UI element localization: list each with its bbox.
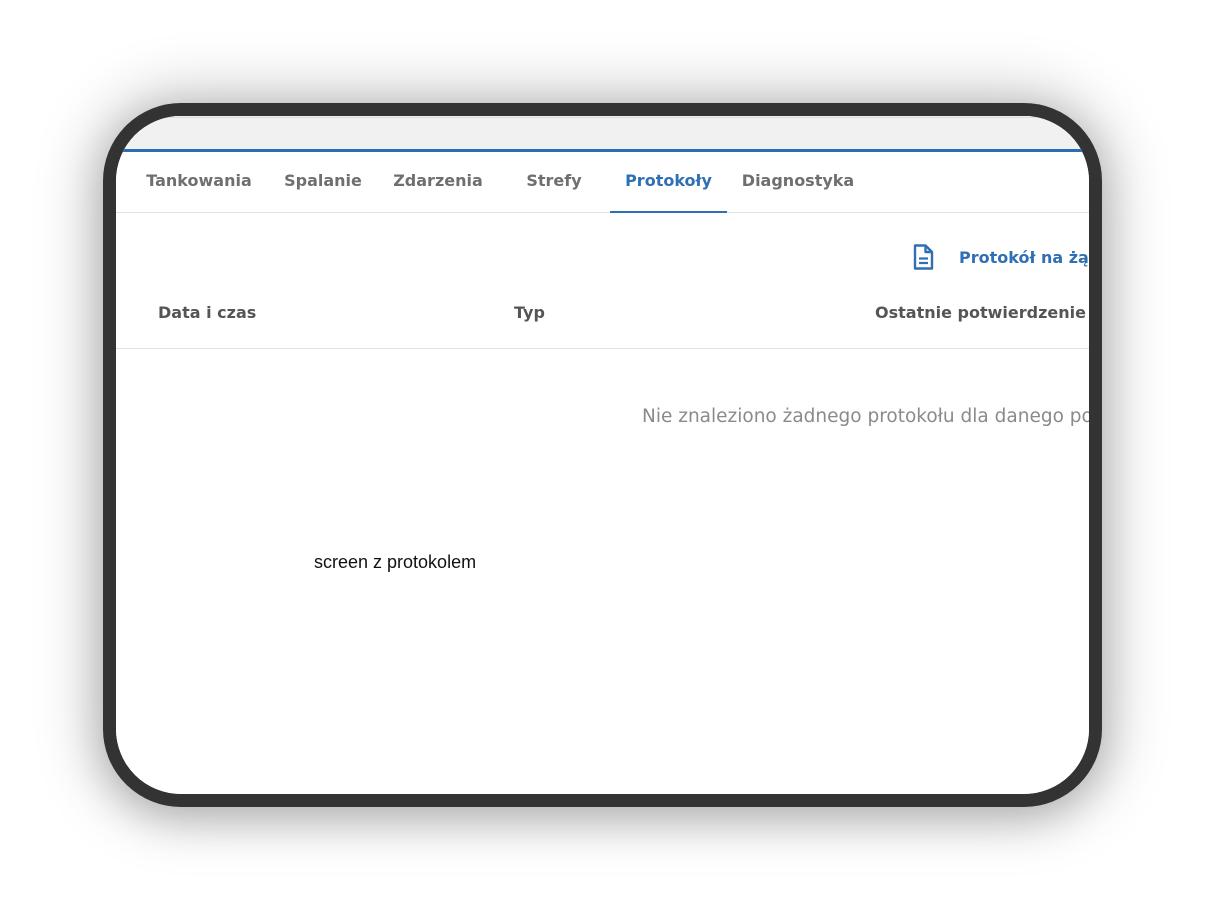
tab-label: Tankowania: [146, 171, 252, 190]
tab-bar: Tankowania Spalanie Zdarzenia Strefy Pro…: [116, 152, 1089, 213]
tab-label: Diagnostyka: [741, 171, 855, 190]
tab-strefy[interactable]: Strefy: [510, 152, 598, 212]
tab-label: Protokoły: [625, 171, 712, 190]
document-icon: [912, 244, 934, 270]
column-header-last-confirmation[interactable]: Ostatnie potwierdzenie: [875, 290, 1086, 336]
tab-protokoly[interactable]: Protokoły: [610, 152, 727, 213]
column-header-type[interactable]: Typ: [514, 290, 545, 336]
tab-zdarzenia[interactable]: Zdarzenia: [386, 152, 490, 212]
tab-diagnostyka[interactable]: Diagnostyka: [738, 152, 858, 212]
screen-caption: screen z protokolem: [314, 552, 477, 572]
tab-label: Strefy: [526, 171, 582, 190]
empty-state-message: Nie znaleziono żadnego protokołu dla dan…: [642, 406, 1089, 427]
on-demand-protocol-button[interactable]: Protokół na żąd: [912, 243, 1089, 271]
column-header-date[interactable]: Data i czas: [158, 290, 256, 336]
tab-tankowania[interactable]: Tankowania: [138, 152, 260, 212]
top-bar-divider: [116, 117, 1089, 118]
table-header: Data i czas Typ Ostatnie potwierdzenie: [116, 290, 1089, 349]
device-frame: Tankowania Spalanie Zdarzenia Strefy Pro…: [103, 103, 1102, 807]
stage: Tankowania Spalanie Zdarzenia Strefy Pro…: [0, 0, 1205, 910]
top-bar: [116, 116, 1089, 152]
tab-spalanie[interactable]: Spalanie: [276, 152, 370, 212]
on-demand-protocol-label: Protokół na żąd: [959, 247, 1089, 267]
tab-label: Zdarzenia: [393, 171, 483, 190]
active-tab-indicator: [610, 211, 727, 213]
tab-label: Spalanie: [284, 171, 362, 190]
app-screen: Tankowania Spalanie Zdarzenia Strefy Pro…: [116, 116, 1089, 794]
